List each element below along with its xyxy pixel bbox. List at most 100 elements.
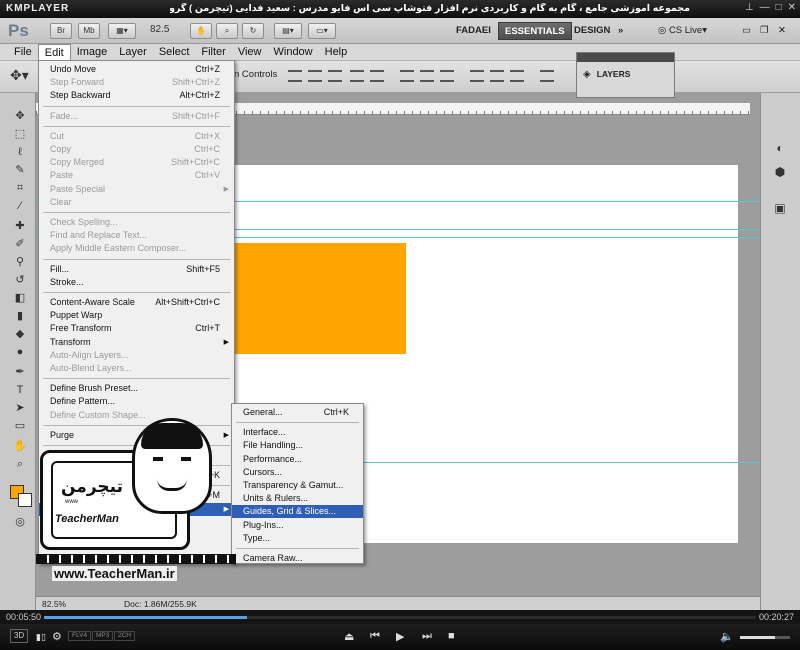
- eject-icon[interactable]: ⏏: [344, 630, 354, 643]
- menu-file[interactable]: File: [8, 44, 38, 60]
- distribute-hcenter-icon[interactable]: [490, 70, 504, 82]
- path-select-icon[interactable]: ➤: [12, 401, 28, 415]
- maximize-icon[interactable]: □: [776, 2, 782, 13]
- preferences-menu-item[interactable]: Interface...: [232, 426, 363, 439]
- view-extras-button[interactable]: ▦▾: [108, 23, 136, 39]
- distribute-bottom-icon[interactable]: [440, 70, 454, 82]
- align-left-icon[interactable]: [350, 70, 364, 82]
- eraser-icon[interactable]: ◧: [12, 291, 28, 305]
- preferences-menu-item[interactable]: Transparency & Gamut...: [232, 479, 363, 492]
- minimize-icon[interactable]: —: [760, 2, 770, 13]
- menu-filter[interactable]: Filter: [195, 44, 231, 60]
- bridge-button[interactable]: Br: [50, 23, 72, 39]
- cs-live-button[interactable]: ◎ CS Live▾: [652, 22, 713, 40]
- seek-track[interactable]: [44, 616, 756, 619]
- align-top-icon[interactable]: [288, 70, 302, 82]
- stamp-icon[interactable]: ⚲: [12, 255, 28, 269]
- more-workspaces-icon[interactable]: »: [612, 22, 629, 40]
- blur-icon[interactable]: ◆: [12, 327, 28, 341]
- preferences-menu-item[interactable]: Performance...: [232, 453, 363, 466]
- edit-menu-item[interactable]: Puppet Warp: [39, 309, 234, 322]
- next-icon[interactable]: ⏭: [422, 630, 432, 643]
- healing-icon[interactable]: ✚: [12, 219, 28, 233]
- zoom-icon[interactable]: ⌕: [12, 457, 28, 471]
- document-size[interactable]: Doc: 1.86M/255.9K: [124, 599, 197, 609]
- auto-align-icon[interactable]: [540, 70, 554, 82]
- settings-icon[interactable]: ⚙: [52, 630, 62, 643]
- mini-bridge-panel-icon[interactable]: ▣: [771, 199, 789, 217]
- distribute-left-icon[interactable]: [470, 70, 484, 82]
- align-bottom-icon[interactable]: [328, 70, 342, 82]
- shape-icon[interactable]: ▭: [12, 419, 28, 433]
- quick-mask-icon[interactable]: ◎: [12, 515, 28, 529]
- brush-icon[interactable]: ✐: [12, 237, 28, 251]
- menu-select[interactable]: Select: [153, 44, 196, 60]
- edit-menu-item[interactable]: Free Transform Ctrl+T: [39, 322, 234, 335]
- orange-rectangle-layer[interactable]: [212, 243, 406, 354]
- screen-mode-icon[interactable]: ▭▾: [308, 23, 336, 39]
- menu-view[interactable]: View: [232, 44, 268, 60]
- edit-menu-item[interactable]: Step Backward Alt+Ctrl+Z: [39, 89, 234, 102]
- distribute-top-icon[interactable]: [400, 70, 414, 82]
- hand-icon[interactable]: ✋: [12, 439, 28, 453]
- background-color-swatch[interactable]: [18, 493, 32, 507]
- menu-layer[interactable]: Layer: [113, 44, 153, 60]
- panel-header[interactable]: [577, 53, 674, 62]
- volume-slider[interactable]: [740, 636, 790, 639]
- preferences-menu-item[interactable]: Plug-Ins...: [232, 519, 363, 532]
- crop-icon[interactable]: ⌗: [12, 181, 28, 195]
- zoom-level[interactable]: 82.5: [150, 24, 169, 35]
- previous-icon[interactable]: ⏮: [370, 630, 380, 643]
- edit-menu-item[interactable]: Fill... Shift+F5: [39, 263, 234, 276]
- preferences-menu-item[interactable]: Type...: [232, 532, 363, 545]
- preferences-menu-item[interactable]: File Handling...: [232, 439, 363, 452]
- edit-menu-item[interactable]: Define Pattern...: [39, 395, 234, 408]
- lasso-icon[interactable]: ℓ: [12, 145, 28, 159]
- preferences-menu-item[interactable]: Camera Raw...: [232, 552, 363, 565]
- menu-help[interactable]: Help: [319, 44, 354, 60]
- preferences-menu-item[interactable]: Units & Rulers...: [232, 492, 363, 505]
- eyedropper-icon[interactable]: ⁄: [12, 199, 28, 213]
- equalizer-icon[interactable]: ▮▯: [36, 632, 46, 643]
- menu-edit[interactable]: Edit: [37, 44, 71, 60]
- gradient-icon[interactable]: ▮: [12, 309, 28, 323]
- move-tool-preset-icon[interactable]: ✥▾: [10, 67, 29, 84]
- play-icon[interactable]: ▶: [396, 630, 404, 643]
- workspace-fadaei[interactable]: FADAEI: [450, 22, 497, 40]
- align-hcenter-icon[interactable]: [370, 70, 384, 82]
- close-icon[interactable]: ✕: [788, 2, 796, 13]
- mini-bridge-button[interactable]: Mb: [78, 23, 100, 39]
- edit-menu-item[interactable]: Define Brush Preset...: [39, 382, 234, 395]
- preferences-menu-item[interactable]: Cursors...: [232, 466, 363, 479]
- arrange-documents-icon[interactable]: ▤▾: [274, 23, 302, 39]
- workspace-design[interactable]: DESIGN: [568, 22, 616, 40]
- masks-icon[interactable]: ⬢: [771, 163, 789, 181]
- 3d-button[interactable]: 3D: [10, 629, 28, 643]
- preferences-menu-item[interactable]: Guides, Grid & Slices...: [232, 505, 363, 519]
- transform-controls-label[interactable]: n Controls: [234, 69, 277, 80]
- volume-icon[interactable]: 🔈: [720, 630, 734, 643]
- status-zoom[interactable]: 82.5%: [42, 599, 66, 609]
- marquee-icon[interactable]: ⬚: [12, 127, 28, 141]
- edit-menu-item[interactable]: Stroke...: [39, 276, 234, 289]
- app-close-icon[interactable]: ✕: [772, 22, 792, 40]
- edit-menu-item[interactable]: Content-Aware Scale Alt+Shift+Ctrl+C: [39, 296, 234, 309]
- pin-icon[interactable]: ⊥: [745, 2, 754, 13]
- menu-window[interactable]: Window: [268, 44, 319, 60]
- adjustments-icon[interactable]: ◐: [771, 139, 789, 157]
- distribute-vcenter-icon[interactable]: [420, 70, 434, 82]
- type-icon[interactable]: T: [12, 383, 28, 397]
- hand-view-icon[interactable]: ✋: [190, 23, 212, 39]
- quick-select-icon[interactable]: ✎: [12, 163, 28, 177]
- distribute-right-icon[interactable]: [510, 70, 524, 82]
- edit-menu-item[interactable]: Undo Move Ctrl+Z: [39, 63, 234, 76]
- history-brush-icon[interactable]: ↺: [12, 273, 28, 287]
- edit-menu-item[interactable]: Transform ▶: [39, 336, 234, 349]
- zoom-view-icon[interactable]: ⌕: [216, 23, 238, 39]
- menu-image[interactable]: Image: [71, 44, 114, 60]
- align-vcenter-icon[interactable]: [308, 70, 322, 82]
- rotate-view-icon[interactable]: ↻: [242, 23, 264, 39]
- workspace-essentials[interactable]: ESSENTIALS: [498, 22, 572, 40]
- dodge-icon[interactable]: ●: [12, 345, 28, 359]
- move-icon[interactable]: ✥: [12, 109, 28, 123]
